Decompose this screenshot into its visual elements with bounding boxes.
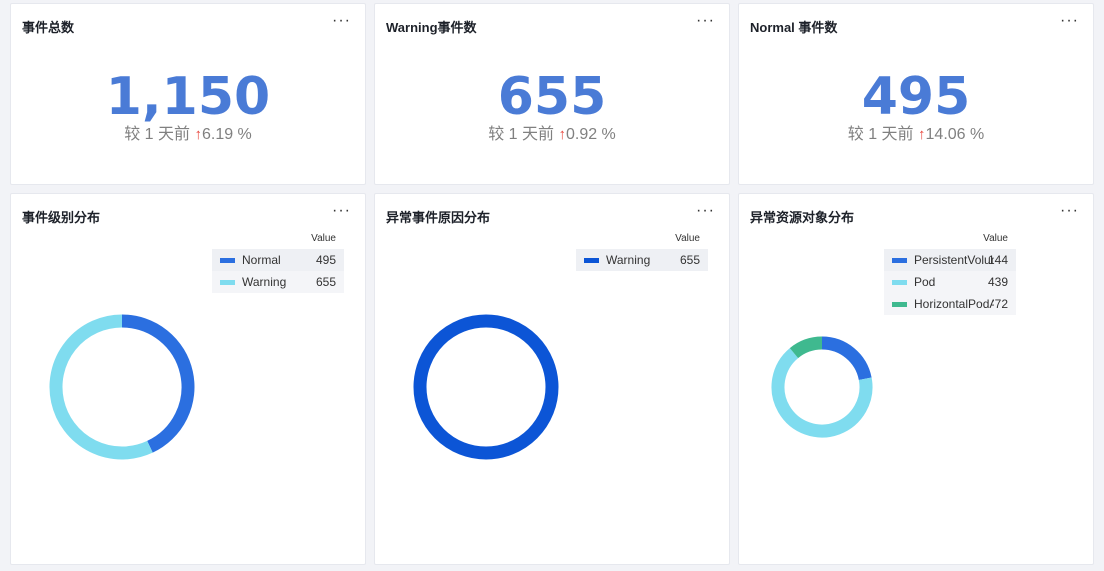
- legend-header: Value: [311, 233, 336, 244]
- legend-value: 439: [987, 275, 1008, 289]
- donut-slice[interactable]: [121, 314, 195, 453]
- legend-item[interactable]: Pod 439: [884, 271, 1016, 293]
- legend-item[interactable]: HorizontalPodAutoscaler72: [884, 293, 1016, 315]
- event-level-distribution-card: 事件级别分布 ··· Value Normal 495 Warning 655: [10, 193, 366, 565]
- legend-header: Value: [675, 233, 700, 244]
- legend-item[interactable]: Warning 655: [576, 249, 708, 271]
- legend-item[interactable]: Normal 495: [212, 249, 344, 271]
- abnormal-reason-distribution-card: 异常事件原因分布 ··· Value Warning 655: [374, 193, 730, 565]
- legend-value: 144: [987, 253, 1008, 267]
- legend-swatch: [584, 258, 599, 263]
- legend-swatch: [892, 302, 907, 307]
- comparison-text: 较 1 天前 ↑14.06 %: [739, 120, 1093, 144]
- comparison-value: 6.19 %: [201, 126, 252, 143]
- more-icon[interactable]: ···: [1060, 13, 1079, 29]
- card-title: 事件总数: [22, 20, 75, 35]
- normal-events-card: Normal 事件数 ··· 495 较 1 天前 ↑14.06 %: [738, 3, 1094, 185]
- comparison-prefix: 较 1 天前: [488, 126, 555, 143]
- comparison-prefix: 较 1 天前: [847, 126, 914, 143]
- legend-label: HorizontalPodAutoscaler: [914, 297, 994, 311]
- legend-label: Pod: [914, 275, 936, 289]
- legend-value: 655: [679, 253, 700, 267]
- comparison-prefix: 较 1 天前: [124, 126, 191, 143]
- card-title: Warning事件数: [386, 20, 477, 35]
- more-icon[interactable]: ···: [332, 13, 351, 29]
- legend-label: PersistentVolumeClaim: [914, 253, 994, 267]
- up-arrow-icon: ↑: [918, 126, 926, 143]
- legend-value: 655: [315, 275, 336, 289]
- abnormal-resource-distribution-card: 异常资源对象分布 ··· Value PersistentVolumeClaim1…: [738, 193, 1094, 565]
- more-icon[interactable]: ···: [696, 203, 715, 219]
- card-title: Normal 事件数: [750, 20, 838, 35]
- donut-slice[interactable]: [789, 336, 823, 359]
- legend-swatch: [892, 280, 907, 285]
- legend-swatch: [892, 258, 907, 263]
- legend-label: Normal: [242, 253, 281, 267]
- legend-label: Warning: [242, 275, 287, 289]
- more-icon[interactable]: ···: [332, 203, 351, 219]
- more-icon[interactable]: ···: [696, 13, 715, 29]
- comparison-text: 较 1 天前 ↑0.92 %: [375, 120, 729, 144]
- chart-legend: Value PersistentVolumeClaim144 Pod 439 Horiz…: [884, 232, 1016, 315]
- donut-chart: [49, 314, 195, 460]
- legend-swatch: [220, 258, 235, 263]
- legend-value: 495: [315, 253, 336, 267]
- legend-label: Warning: [606, 253, 651, 267]
- chart-title: 异常资源对象分布: [750, 210, 855, 225]
- donut-chart: [771, 336, 873, 438]
- up-arrow-icon: ↑: [194, 126, 202, 143]
- legend-item[interactable]: PersistentVolumeClaim144: [884, 249, 1016, 271]
- donut-slice[interactable]: [49, 314, 153, 460]
- comparison-text: 较 1 天前 ↑6.19 %: [11, 120, 365, 144]
- chart-title: 事件级别分布: [22, 210, 101, 225]
- up-arrow-icon: ↑: [558, 126, 566, 143]
- chart-legend: Value Normal 495 Warning 655: [212, 232, 344, 293]
- comparison-value: 0.92 %: [565, 126, 616, 143]
- legend-item[interactable]: Warning 655: [212, 271, 344, 293]
- warning-events-card: Warning事件数 ··· 655 较 1 天前 ↑0.92 %: [374, 3, 730, 185]
- donut-chart: [413, 314, 559, 460]
- comparison-value: 14.06 %: [925, 126, 985, 143]
- donut-slice[interactable]: [413, 314, 559, 460]
- more-icon[interactable]: ···: [1060, 203, 1079, 219]
- legend-swatch: [220, 280, 235, 285]
- chart-title: 异常事件原因分布: [386, 210, 491, 225]
- donut-slice[interactable]: [821, 336, 872, 381]
- chart-legend: Value Warning 655: [576, 232, 708, 271]
- legend-value: 72: [994, 297, 1008, 311]
- total-events-card: 事件总数 ··· 1,150 较 1 天前 ↑6.19 %: [10, 3, 366, 185]
- legend-header: Value: [983, 233, 1008, 244]
